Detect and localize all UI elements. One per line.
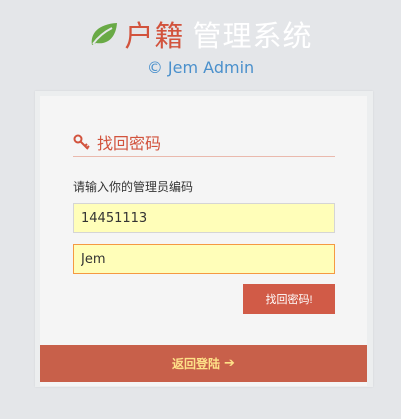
- panel-title: 找回密码: [97, 134, 162, 153]
- title-rest: 管理系统: [192, 19, 313, 53]
- app-header: 户籍 管理系统 © Jem Admin: [0, 14, 401, 77]
- back-to-login-label: 返回登陆: [172, 357, 221, 371]
- leaf-icon: [92, 23, 118, 45]
- app-subtitle: © Jem Admin: [146, 58, 255, 77]
- footer-toolbar: 返回登陆 ➔: [40, 345, 367, 382]
- arrow-right-icon: ➔: [224, 356, 235, 371]
- admin-name-input[interactable]: [73, 244, 335, 274]
- admin-code-input[interactable]: [73, 203, 335, 233]
- instruction-text: 请输入你的管理员编码: [73, 180, 194, 194]
- app-title: 户籍 管理系统: [0, 14, 401, 54]
- panel-header: 找回密码: [73, 128, 335, 157]
- back-to-login-link[interactable]: 返回登陆 ➔: [172, 355, 235, 372]
- title-highlight: 户籍: [124, 19, 185, 53]
- recover-password-button[interactable]: 找回密码!: [243, 284, 335, 314]
- key-icon: [73, 134, 90, 150]
